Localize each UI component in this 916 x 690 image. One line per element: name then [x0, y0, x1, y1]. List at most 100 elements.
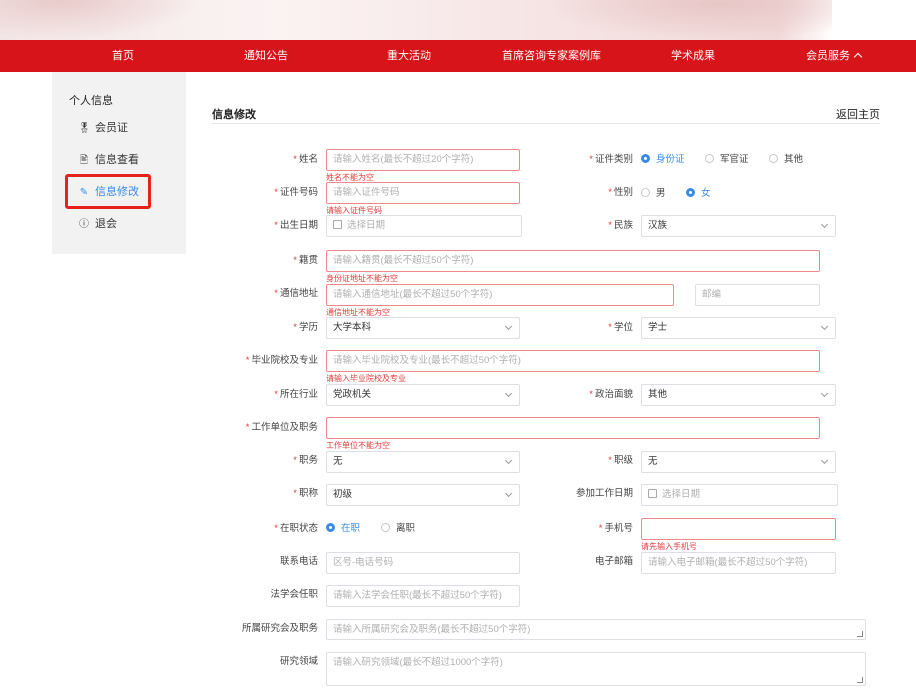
nav-research[interactable]: 学术成果	[671, 40, 715, 72]
chevron-down-icon	[820, 389, 829, 398]
required-mark: *	[608, 322, 612, 333]
required-mark: *	[274, 288, 278, 299]
law-society-input[interactable]: 请输入法学会任职(最长不超过50个字符)	[326, 585, 520, 607]
sidebar-item-label: 会员证	[95, 122, 128, 134]
ethnicity-select[interactable]: 汉族	[641, 215, 836, 237]
radio-officer-card[interactable]: 军官证	[705, 153, 749, 167]
chevron-down-icon	[504, 456, 513, 465]
work-start-date-picker[interactable]: 选择日期	[641, 484, 838, 506]
radio-dot	[686, 188, 695, 197]
title-rank-select[interactable]: 初级	[326, 484, 520, 506]
info-circle-icon: ⓘ	[79, 219, 89, 230]
industry-select[interactable]: 党政机关	[326, 384, 520, 406]
work-start-label: 参加工作日期	[575, 488, 633, 499]
header-banner	[0, 0, 916, 40]
mobile-input[interactable]	[641, 518, 836, 540]
birth-date-picker[interactable]: 选择日期	[326, 215, 522, 237]
rank-select[interactable]: 无	[641, 451, 836, 473]
radio-dot	[381, 523, 390, 532]
chevron-down-icon	[820, 220, 829, 229]
id-number-label: * 证件号码	[274, 187, 318, 198]
chevron-down-icon	[504, 389, 513, 398]
postcode-input[interactable]: 邮编	[695, 284, 820, 306]
back-home-link[interactable]: 返回主页	[836, 106, 880, 122]
native-place-input[interactable]: 请输入籍贯(最长不超过50个字符)	[326, 250, 820, 272]
radio-id-card[interactable]: 身份证	[641, 153, 685, 167]
sidebar-item-withdraw[interactable]: ⓘ 退会	[78, 214, 117, 234]
required-mark: *	[274, 523, 278, 534]
required-mark: *	[293, 322, 297, 333]
rank-label: * 职级	[608, 455, 633, 466]
sidebar-title: 个人信息	[69, 95, 113, 107]
chevron-down-icon	[504, 322, 513, 331]
phone-input[interactable]: 区号-电话号码	[326, 552, 520, 574]
degree-select[interactable]: 学士	[641, 317, 836, 339]
employment-label: * 在职状态	[274, 523, 318, 534]
divider	[212, 123, 880, 124]
required-mark: *	[608, 187, 612, 198]
radio-dot	[641, 154, 650, 163]
industry-label: * 所在行业	[274, 389, 318, 400]
email-input[interactable]: 请输入电子邮箱(最长不超过50个字符)	[641, 552, 836, 574]
school-error: 请输入毕业院校及专业	[326, 374, 406, 383]
sidebar-item-label: 信息查看	[95, 154, 139, 166]
page-title: 信息修改	[212, 109, 256, 121]
native-place-error: 身份证地址不能为空	[326, 274, 398, 283]
research-society-label: 所属研究会及职务	[241, 623, 318, 634]
calendar-icon	[648, 489, 657, 498]
gender-label: * 性别	[608, 187, 633, 198]
sidebar-item-member-card[interactable]: 🎖︎ 会员证	[78, 118, 128, 138]
education-select[interactable]: 大学本科	[326, 317, 520, 339]
required-mark: *	[608, 455, 612, 466]
radio-dot	[641, 188, 650, 197]
required-mark: *	[245, 422, 250, 433]
chevron-down-icon	[504, 489, 513, 498]
chevron-up-icon	[853, 52, 863, 62]
ethnicity-label: * 民族	[608, 220, 633, 231]
banner-decoration	[540, 0, 840, 40]
school-input[interactable]: 请输入毕业院校及专业(最长不超过50个字符)	[326, 350, 820, 372]
mobile-label: * 手机号	[598, 523, 633, 534]
nav-cases[interactable]: 首席咨询专家案例库	[502, 40, 601, 72]
id-number-input[interactable]: 请输入证件号码	[326, 182, 520, 204]
politics-select[interactable]: 其他	[641, 384, 836, 406]
resize-handle-icon[interactable]	[857, 677, 863, 683]
highlight-box	[65, 174, 151, 209]
radio-male[interactable]: 男	[641, 187, 666, 201]
position-select[interactable]: 无	[326, 451, 520, 473]
address-input[interactable]: 请输入通信地址(最长不超过50个字符)	[326, 284, 674, 306]
required-mark: *	[293, 455, 297, 466]
main-nav: 首页 通知公告 重大活动 首席咨询专家案例库 学术成果 会员服务	[0, 40, 916, 72]
required-mark: *	[589, 154, 593, 165]
nav-notice[interactable]: 通知公告	[244, 40, 288, 72]
radio-dot	[326, 523, 335, 532]
radio-female[interactable]: 女	[686, 187, 711, 201]
required-mark: *	[293, 255, 297, 266]
radio-dot	[769, 154, 778, 163]
sidebar-item-view-info[interactable]: 🖹︎ 信息查看	[78, 150, 139, 170]
research-society-textarea[interactable]: 请输入所属研究会及职务(最长不超过50个字符)	[326, 619, 866, 640]
nav-home[interactable]: 首页	[112, 40, 134, 72]
law-society-label: 法学会任职	[270, 589, 318, 600]
research-field-textarea[interactable]: 请输入研究领域(最长不超过1000个字符)	[326, 652, 866, 686]
required-mark: *	[274, 389, 278, 400]
nav-member-label: 会员服务	[806, 50, 850, 62]
radio-other[interactable]: 其他	[769, 153, 803, 167]
mobile-error: 请先输入手机号	[641, 542, 697, 551]
degree-label: * 学位	[608, 322, 633, 333]
employer-input[interactable]	[326, 417, 820, 439]
nav-member[interactable]: 会员服务	[806, 40, 863, 72]
title-rank-label: * 职称	[293, 488, 318, 499]
email-label: 电子邮箱	[594, 556, 633, 567]
politics-label: * 政治面貌	[589, 389, 633, 400]
nav-events[interactable]: 重大活动	[387, 40, 431, 72]
required-mark: *	[274, 187, 278, 198]
radio-employed[interactable]: 在职	[326, 522, 360, 536]
name-label: * 姓名	[293, 154, 318, 165]
document-icon: 🖹︎	[79, 155, 89, 166]
required-mark: *	[274, 220, 278, 231]
name-input[interactable]: 请输入姓名(最长不超过20个字符)	[326, 149, 520, 171]
required-mark: *	[589, 389, 593, 400]
resize-handle-icon[interactable]	[857, 631, 863, 637]
radio-resigned[interactable]: 离职	[381, 522, 415, 536]
